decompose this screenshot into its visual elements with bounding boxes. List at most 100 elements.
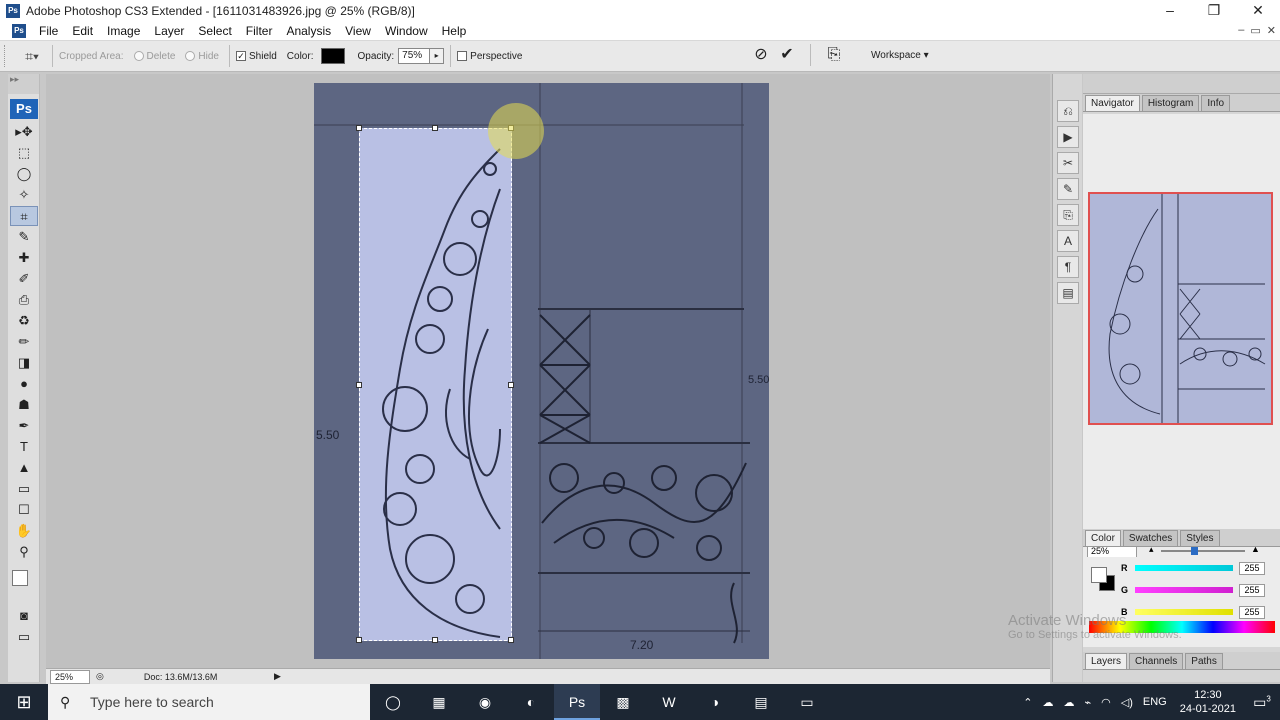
menu-file[interactable]: File xyxy=(32,24,65,38)
tab-swatches[interactable]: Swatches xyxy=(1122,530,1179,546)
notes-tool-icon[interactable]: ☐ xyxy=(10,500,38,520)
clone-stamp-tool-icon[interactable]: ⎙ xyxy=(10,290,38,310)
menu-filter[interactable]: Filter xyxy=(239,24,280,38)
shape-tool-icon[interactable]: ▭ xyxy=(10,479,38,499)
ps-badge[interactable]: Ps xyxy=(10,99,38,119)
crop-tool-icon[interactable]: ⌗ xyxy=(10,206,38,226)
tab-channels[interactable]: Channels xyxy=(1129,653,1184,669)
notifications-icon[interactable]: ▭3 xyxy=(1244,694,1280,711)
menu-view[interactable]: View xyxy=(338,24,378,38)
opacity-input[interactable]: 75% xyxy=(398,48,431,64)
hide-option[interactable]: Hide xyxy=(185,51,219,62)
menu-select[interactable]: Select xyxy=(191,24,238,38)
tab-color[interactable]: Color xyxy=(1085,530,1121,546)
layer-comps-icon[interactable]: ▤ xyxy=(1057,282,1079,304)
close-button[interactable]: ✕ xyxy=(1236,0,1280,22)
menu-layer[interactable]: Layer xyxy=(147,24,191,38)
pen-tool-icon[interactable]: ✒ xyxy=(10,416,38,436)
menu-window[interactable]: Window xyxy=(378,24,435,38)
zoom-tool-icon[interactable]: ⚲ xyxy=(10,542,38,562)
shield-checkbox[interactable]: ✓ xyxy=(235,50,246,61)
healing-brush-tool-icon[interactable]: ✚ xyxy=(10,248,38,268)
document-icon[interactable]: Ps xyxy=(12,24,26,38)
windows-start-icon[interactable]: ⊞ xyxy=(0,684,48,720)
lasso-tool-icon[interactable]: ◯ xyxy=(10,164,38,184)
shield-color-swatch[interactable] xyxy=(321,48,346,64)
eraser-tool-icon[interactable]: ✏ xyxy=(10,332,38,352)
paragraph-panel-icon[interactable]: ¶ xyxy=(1057,256,1079,278)
minimize-button[interactable]: – xyxy=(1148,0,1192,22)
status-menu-arrow-icon[interactable]: ▶ xyxy=(274,671,281,682)
opacity-slider-arrow-icon[interactable]: ▸ xyxy=(430,48,445,64)
archive-app-icon[interactable]: ▤ xyxy=(738,684,784,720)
photoshop-app-icon[interactable]: Ps xyxy=(554,684,600,720)
crop-handle-top[interactable] xyxy=(432,125,438,131)
menu-image[interactable]: Image xyxy=(100,24,147,38)
red-channel-value[interactable]: 255 xyxy=(1239,561,1265,575)
crop-handle-bottom[interactable] xyxy=(432,637,438,643)
crop-handle-top-left[interactable] xyxy=(356,125,362,131)
navigator-zoom-slider-track[interactable] xyxy=(1161,550,1245,552)
calculator-app-icon[interactable]: ▦ xyxy=(416,684,462,720)
green-channel-value[interactable]: 255 xyxy=(1239,583,1265,597)
menu-analysis[interactable]: Analysis xyxy=(279,24,338,38)
delete-radio[interactable] xyxy=(133,50,144,61)
actions-panel-icon[interactable]: ▶ xyxy=(1057,126,1079,148)
crop-handle-bottom-left[interactable] xyxy=(356,637,362,643)
crop-tool-preset-icon[interactable]: ⌗▾ xyxy=(18,45,46,67)
language-indicator[interactable]: ENG xyxy=(1143,696,1167,708)
tab-paths[interactable]: Paths xyxy=(1185,653,1223,669)
status-zoom-field[interactable]: 25% xyxy=(50,669,90,684)
marquee-tool-icon[interactable]: ⬚ xyxy=(10,143,38,163)
tray-expand-icon[interactable]: ⌃ xyxy=(1023,696,1032,709)
tab-histogram[interactable]: Histogram xyxy=(1141,95,1200,111)
onedrive-icon[interactable]: ☁ xyxy=(1043,696,1054,709)
color-panel-foreground-swatch[interactable] xyxy=(1091,567,1107,583)
tab-navigator[interactable]: Navigator xyxy=(1085,95,1140,111)
workspace-button[interactable]: Workspace ▾ xyxy=(871,50,929,61)
eyedropper-tool-icon[interactable]: ✎ xyxy=(10,227,38,247)
menu-edit[interactable]: Edit xyxy=(65,24,100,38)
brush-tool-icon[interactable]: ✐ xyxy=(10,269,38,289)
usb-icon[interactable]: ⌁ xyxy=(1085,696,1092,709)
file-explorer-icon[interactable]: ▭ xyxy=(784,684,830,720)
tab-info[interactable]: Info xyxy=(1201,95,1231,111)
word-app-icon[interactable]: W xyxy=(646,684,692,720)
toolbox-header[interactable]: ▸▸ xyxy=(8,74,39,94)
task-view-icon[interactable]: ◯ xyxy=(370,684,416,720)
doc-close-button[interactable]: ✕ xyxy=(1267,24,1276,37)
delete-option[interactable]: Delete xyxy=(133,50,175,62)
crop-selection[interactable] xyxy=(356,103,544,643)
chrome-app-icon[interactable]: ◉ xyxy=(462,684,508,720)
coreldraw-alt-app-icon[interactable]: ◑ xyxy=(692,684,738,720)
gradient-tool-icon[interactable]: ◨ xyxy=(10,353,38,373)
green-channel-slider[interactable] xyxy=(1135,587,1233,593)
options-grip[interactable] xyxy=(4,45,10,67)
perspective-option[interactable]: Perspective xyxy=(457,51,522,62)
character-panel-icon[interactable]: A xyxy=(1057,230,1079,252)
hide-radio[interactable] xyxy=(185,50,196,61)
crop-handle-bottom-right[interactable] xyxy=(508,637,514,643)
pattern-app-icon[interactable]: ▩ xyxy=(600,684,646,720)
taskbar-search-box[interactable]: ⚲ Type here to search xyxy=(48,684,370,720)
tab-layers[interactable]: Layers xyxy=(1085,653,1128,669)
restore-button[interactable]: ❐ xyxy=(1192,0,1236,22)
coreldraw-app-icon[interactable]: ◐ xyxy=(508,684,554,720)
shield-option[interactable]: ✓ Shield xyxy=(235,50,277,62)
brushes-panel-icon[interactable]: ✎ xyxy=(1057,178,1079,200)
doc-restore-button[interactable]: ▭ xyxy=(1250,24,1260,37)
cancel-crop-icon[interactable]: ⊘ xyxy=(752,46,770,64)
quick-mask-icon[interactable]: ◙ xyxy=(10,606,38,626)
move-tool-icon[interactable]: ▸✥ xyxy=(10,122,38,142)
menu-help[interactable]: Help xyxy=(435,24,474,38)
crop-handle-left[interactable] xyxy=(356,382,362,388)
foreground-color-swatch[interactable] xyxy=(12,570,28,586)
network-icon[interactable]: ◠ xyxy=(1101,696,1111,709)
commit-crop-icon[interactable]: ✔ xyxy=(778,46,796,64)
status-info-icon[interactable]: ◎ xyxy=(96,671,104,682)
doc-minimize-button[interactable]: – xyxy=(1238,24,1244,37)
clone-source-icon[interactable]: ⎘ xyxy=(1057,204,1079,226)
red-channel-slider[interactable] xyxy=(1135,565,1233,571)
history-brush-tool-icon[interactable]: ♻ xyxy=(10,311,38,331)
hand-tool-icon[interactable]: ✋ xyxy=(10,521,38,541)
